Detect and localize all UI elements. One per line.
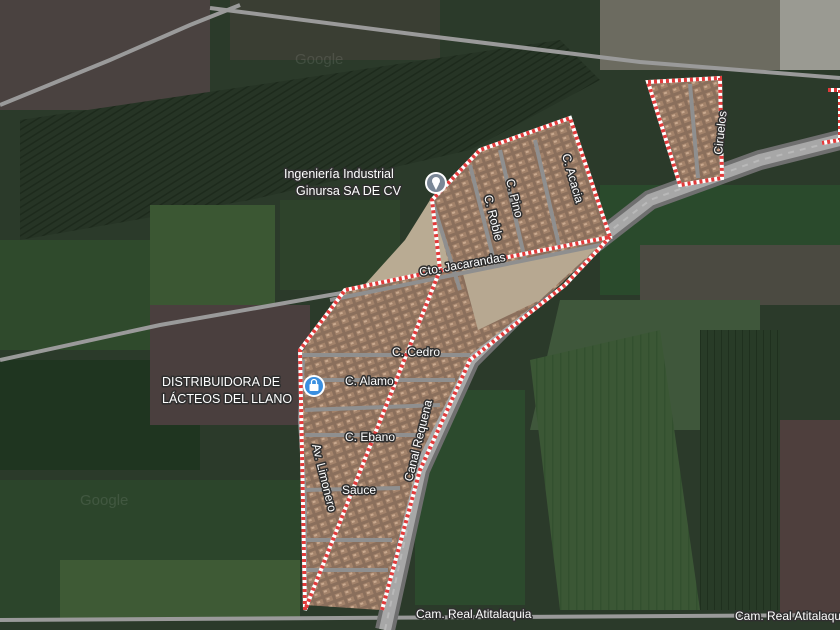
map-watermark: Google [295,51,343,68]
poi-ginursa-name-line1: Ingeniería Industrial [284,167,394,181]
poi-ginursa-name-line2: Ginursa SA DE CV [296,184,402,198]
map-watermark-2: Google [80,492,128,509]
poi-lacteos-name-line2: LÁCTEOS DEL LLANO [162,391,292,406]
shopping-bag-pin-icon[interactable] [303,375,325,397]
street-label-camino-real-right: Cam. Real Atitalaquia [735,609,840,623]
street-label-sauce: Sauce [342,483,376,497]
map-canvas[interactable]: Google Google Ciruelos C. Acacia C. Pino… [0,0,840,630]
street-label-cedro: C. Cedro [392,345,440,359]
street-label-camino-real-left: Cam. Real Atitalaquia [416,607,532,621]
street-label-alamo: C. Alamo [345,374,394,388]
satellite-map[interactable]: Google Google Ciruelos C. Acacia C. Pino… [0,0,840,630]
poi-lacteos-name-line1: DISTRIBUIDORA DE [162,375,280,389]
place-pin-icon[interactable] [425,172,447,194]
street-label-ebano: C. Ebano [345,430,395,444]
